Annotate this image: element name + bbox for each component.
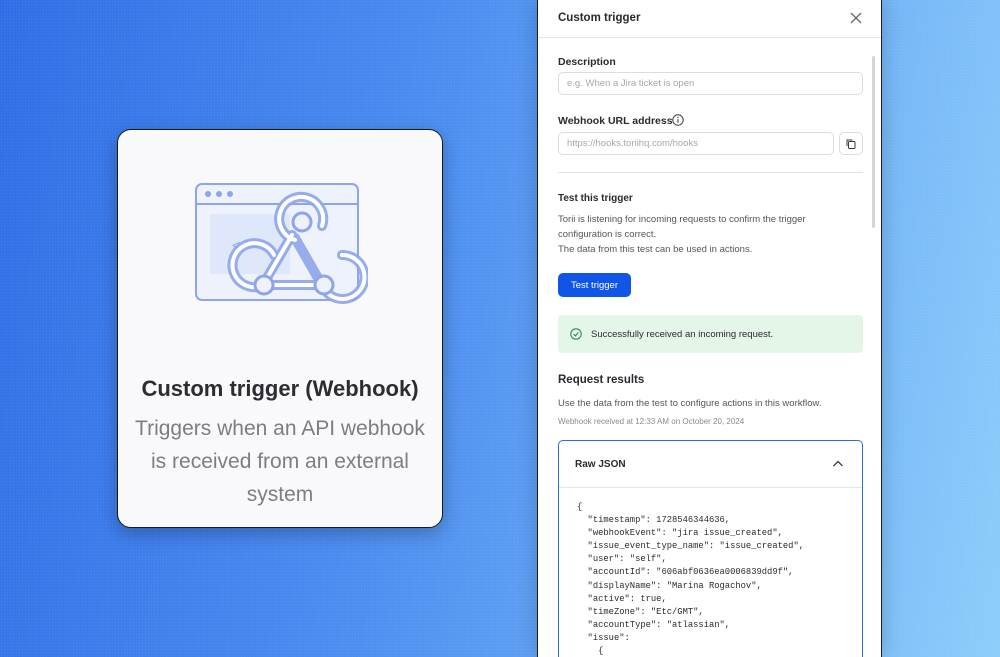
webhook-feature-card: </> Custom trigger (Webhook) Triggers wh… — [117, 129, 443, 528]
json-line: "accountId": "606abf0636ea0006839dd9f", — [587, 567, 794, 578]
custom-trigger-panel: Custom trigger Description Webhook URL a… — [537, 0, 882, 657]
json-line: "active": true, — [587, 593, 667, 604]
copy-url-button[interactable] — [839, 132, 863, 155]
test-trigger-title: Test this trigger — [558, 193, 633, 204]
json-line: "displayName": "Marina Rogachov", — [587, 580, 762, 591]
success-message: Successfully received an incoming reques… — [591, 329, 774, 340]
webhook-illustration-icon: </> — [195, 183, 368, 304]
json-line: "webhookEvent": "jira issue_created", — [587, 528, 783, 539]
copy-icon — [846, 139, 856, 149]
description-label: Description — [558, 56, 616, 68]
raw-json-panel: Raw JSON { "timestamp": 1728546344636, "… — [558, 440, 863, 657]
json-line: "accountType": "atlassian", — [587, 619, 731, 630]
webhook-url-field[interactable] — [558, 132, 834, 155]
divider — [558, 172, 863, 173]
json-line: "timeZone": "Etc/GMT", — [587, 606, 704, 617]
request-results-text: Use the data from the test to configure … — [558, 398, 822, 409]
request-results-title: Request results — [558, 374, 645, 386]
test-trigger-text: Torii is listening for incoming requests… — [558, 214, 806, 240]
json-line: "issue": — [587, 632, 630, 643]
json-line: "issue_event_type_name": "issue_created"… — [587, 541, 804, 552]
close-icon[interactable] — [849, 11, 863, 25]
test-trigger-button[interactable]: Test trigger — [558, 273, 631, 297]
card-description: Triggers when an API webhook is received… — [135, 417, 425, 506]
card-title: Custom trigger (Webhook) — [141, 376, 419, 401]
json-line: "timestamp": 1728546344636, — [587, 515, 731, 526]
success-alert: Successfully received an incoming reques… — [558, 315, 863, 353]
raw-json-title: Raw JSON — [575, 459, 626, 470]
raw-json-header[interactable]: Raw JSON — [559, 441, 862, 488]
description-input[interactable] — [558, 72, 863, 95]
json-line: { — [577, 502, 583, 512]
webhook-received-text: Webhook received at 12:33 AM on October … — [558, 417, 745, 426]
chevron-up-icon[interactable] — [832, 459, 844, 469]
raw-json-code: { "timestamp": 1728546344636, "webhookEv… — [577, 501, 804, 657]
panel-title: Custom trigger — [558, 12, 641, 24]
check-circle-icon — [570, 328, 582, 340]
test-trigger-text-2: The data from this test can be used in a… — [558, 244, 753, 255]
panel-header: Custom trigger — [538, 0, 881, 38]
scrollbar[interactable] — [872, 56, 875, 228]
json-line: "user": "self", — [587, 554, 667, 565]
info-icon[interactable] — [672, 114, 684, 126]
webhook-url-label: Webhook URL address — [558, 115, 673, 127]
json-line: { — [598, 646, 604, 657]
